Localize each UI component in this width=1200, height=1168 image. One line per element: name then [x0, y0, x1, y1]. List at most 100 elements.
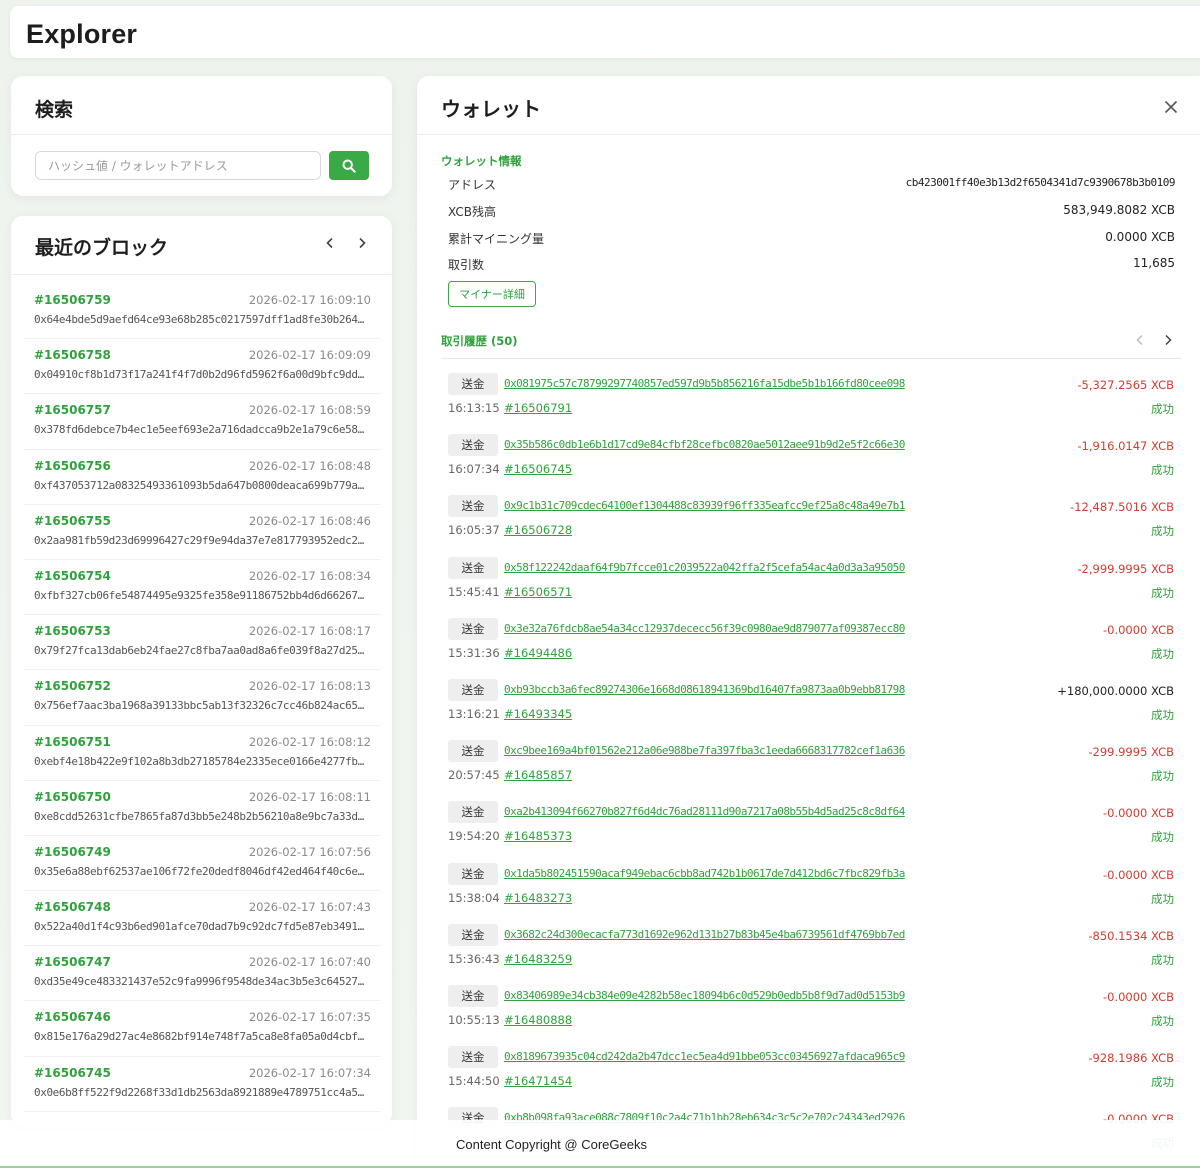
tx-amount: -1,916.0147 XCB	[1077, 439, 1174, 454]
tx-time: 15:36:43	[448, 951, 500, 966]
tx-status: 成功	[1151, 646, 1174, 661]
chevron-right-icon	[1165, 334, 1172, 346]
block-number[interactable]: #16506757	[34, 403, 111, 417]
block-hash: 0xe8cdd52631cfbe7865fa87d3bb5e248b2b5621…	[34, 809, 368, 823]
wallet-card: ウォレット ウォレット情報 アドレス cb423001ff40e3b13d2f6…	[417, 76, 1200, 1168]
search-button[interactable]	[329, 151, 369, 180]
block-list-item[interactable]: #16506749 2026-02-17 16:07:56 0x35e6a88ebf…	[24, 836, 381, 892]
block-list-item[interactable]: #16506745 2026-02-17 16:07:34 0x0e6b8ff522…	[24, 1057, 381, 1112]
tx-hash-link[interactable]: 0xa2b413094f66270b827f6d4dc76ad28111d90a…	[504, 805, 905, 818]
block-number[interactable]: #16506748	[34, 900, 111, 914]
block-hash: 0x79f27fca13dab6eb24fae27c8fba7aa0ad8a6f…	[34, 644, 368, 658]
block-number[interactable]: #16506752	[34, 679, 111, 693]
block-number[interactable]: #16506753	[34, 624, 111, 638]
block-list-item[interactable]: #16506758 2026-02-17 16:09:09 0x04910cf8b1…	[24, 339, 381, 395]
block-number[interactable]: #16506754	[34, 569, 111, 583]
tx-block-link[interactable]: #16493345	[504, 707, 572, 721]
block-number[interactable]: #16506755	[34, 514, 111, 528]
block-list-item[interactable]: #16506753 2026-02-17 16:08:17 0x79f27fca13…	[24, 615, 381, 671]
info-row-mining: 累計マイニング量 0.0000 XCB	[448, 230, 1175, 250]
tx-hash-link[interactable]: 0x081975c57c78799297740857ed597d9b5b8562…	[504, 377, 905, 390]
tx-time: 16:07:34	[448, 462, 500, 477]
block-time: 2026-02-17 16:08:46	[248, 513, 371, 528]
blocks-prev-button[interactable]	[320, 233, 340, 253]
block-hash: 0xfbf327cb06fe54874495e9325fe358e9118675…	[34, 588, 368, 602]
blocks-divider	[11, 274, 392, 275]
tx-hash-link[interactable]: 0x3e32a76fdcb8ae54a34cc12937dececc56f39c…	[504, 622, 905, 635]
tx-list-item: 送金 0x1da5b802451590acaf949ebac6cbb8ad742b…	[448, 860, 1174, 921]
block-number[interactable]: #16506759	[34, 293, 111, 307]
block-list-item[interactable]: #16506751 2026-02-17 16:08:12 0xebf4e18b42…	[24, 726, 381, 781]
tx-block-link[interactable]: #16483273	[504, 891, 572, 905]
recent-blocks-title: 最近のブロック	[35, 237, 169, 259]
block-number[interactable]: #16506746	[34, 1010, 111, 1024]
tx-amount: -2,999.9995 XCB	[1077, 561, 1174, 576]
tx-hash-link[interactable]: 0x35b586c0db1e6b1d17cd9e84cfbf28cefbc082…	[504, 438, 905, 451]
block-number[interactable]: #16506751	[34, 735, 111, 749]
block-list-item[interactable]: #16506759 2026-02-17 16:09:10 0x64e4bde5d9…	[24, 284, 381, 340]
tx-block-link[interactable]: #16506571	[504, 585, 572, 599]
block-list-item[interactable]: #16506757 2026-02-17 16:08:59 0x378fd6debc…	[24, 394, 381, 450]
tx-hash-link[interactable]: 0x3682c24d300ecacfa773d1692e962d131b27b8…	[504, 928, 905, 941]
tx-status: 成功	[1151, 1013, 1174, 1028]
tx-next-button[interactable]	[1158, 330, 1178, 350]
tx-block-link[interactable]: #16506745	[504, 462, 572, 476]
tx-block-link[interactable]: #16485857	[504, 768, 572, 782]
tx-list-item: 送金 0x58f122242daaf64f9b7fcce01c2039522a04…	[448, 554, 1174, 615]
search-divider	[11, 134, 392, 135]
tx-hash-link[interactable]: 0xc9bee169a4bf01562e212a06e988be7fa397fb…	[504, 744, 905, 757]
footer: Content Copyright @ CoreGeeks	[0, 1120, 1200, 1168]
tx-type-badge: 送金	[448, 678, 498, 701]
block-hash: 0x378fd6debce7b4ec1e5eef693e2a716dadcca9…	[34, 423, 368, 437]
tx-time: 16:05:37	[448, 523, 500, 538]
tx-hash-link[interactable]: 0x83406989e34cb384e09e4282b58ec18094b6c0…	[504, 989, 905, 1002]
tx-prev-button[interactable]	[1130, 330, 1150, 350]
block-number[interactable]: #16506758	[34, 348, 111, 362]
tx-amount: -5,327.2565 XCB	[1077, 378, 1174, 392]
block-number[interactable]: #16506745	[34, 1066, 111, 1080]
miner-details-button[interactable]: マイナー詳細	[448, 281, 536, 307]
block-number[interactable]: #16506750	[34, 790, 111, 804]
block-hash: 0x815e176a29d27ac4e8682bf914e748f7a5ca8e…	[34, 1030, 368, 1044]
info-key: 取引数	[448, 258, 485, 272]
tx-block-link[interactable]: #16471454	[504, 1074, 572, 1088]
block-list-item[interactable]: #16506750 2026-02-17 16:08:11 0xe8cdd52631…	[24, 781, 381, 836]
block-hash: 0x35e6a88ebf62537ae106f72fe20dedf8046df4…	[34, 864, 368, 878]
tx-hash-link[interactable]: 0x58f122242daaf64f9b7fcce01c2039522a042f…	[504, 561, 905, 574]
tx-status: 成功	[1151, 769, 1174, 784]
tx-type-badge: 送金	[448, 801, 498, 824]
tx-block-link[interactable]: #16480888	[504, 1013, 572, 1027]
tx-hash-link[interactable]: 0x1da5b802451590acaf949ebac6cbb8ad742b1b…	[504, 867, 905, 880]
search-title: 検索	[35, 99, 74, 121]
block-list-item[interactable]: #16506748 2026-02-17 16:07:43 0x522a40d1f4…	[24, 891, 381, 947]
search-input[interactable]	[35, 151, 321, 180]
block-time: 2026-02-17 16:08:12	[248, 734, 371, 749]
tx-block-link[interactable]: #16485373	[504, 829, 572, 843]
tx-status: 成功	[1151, 952, 1174, 967]
block-list-item[interactable]: #16506752 2026-02-17 16:08:13 0x756ef7aac3…	[24, 670, 381, 726]
tx-status: 成功	[1151, 463, 1174, 478]
block-number[interactable]: #16506756	[34, 459, 111, 473]
tx-block-link[interactable]: #16494486	[504, 646, 572, 660]
block-list-item[interactable]: #16506746 2026-02-17 16:07:35 0x815e176a29…	[24, 1001, 381, 1057]
block-list-item[interactable]: #16506747 2026-02-17 16:07:40 0xd35e49ce48…	[24, 946, 381, 1002]
tx-block-link[interactable]: #16483259	[504, 952, 572, 966]
block-number[interactable]: #16506747	[34, 955, 111, 969]
tx-block-link[interactable]: #16506791	[504, 401, 572, 415]
tx-hash-link[interactable]: 0x8189673935c04cd242da2b47dcc1ec5ea4d91b…	[504, 1050, 905, 1063]
tx-hash-link[interactable]: 0xb93bccb3a6fec89274306e1668d08618941369…	[504, 683, 905, 696]
tx-hash-link[interactable]: 0x9c1b31c709cdec64100ef1304488c83939f96f…	[504, 499, 905, 512]
block-list-item[interactable]: #16506756 2026-02-17 16:08:48 0xf437053712…	[24, 450, 381, 505]
tx-block-link[interactable]: #16506728	[504, 523, 572, 537]
tx-list-item: 送金 0xb93bccb3a6fec89274306e1668d086189413…	[448, 676, 1174, 737]
tx-type-badge: 送金	[448, 617, 498, 640]
block-list: #16506759 2026-02-17 16:09:10 0x64e4bde5d9…	[24, 284, 381, 1112]
block-list-item[interactable]: #16506755 2026-02-17 16:08:46 0x2aa981fb59…	[24, 505, 381, 560]
tx-time: 15:31:36	[448, 645, 500, 660]
tx-type-badge: 送金	[448, 862, 498, 885]
block-time: 2026-02-17 16:08:59	[248, 403, 371, 418]
blocks-next-button[interactable]	[352, 233, 372, 253]
block-number[interactable]: #16506749	[34, 845, 111, 859]
block-list-item[interactable]: #16506754 2026-02-17 16:08:34 0xfbf327cb06…	[24, 560, 381, 616]
close-button[interactable]	[1161, 97, 1181, 117]
